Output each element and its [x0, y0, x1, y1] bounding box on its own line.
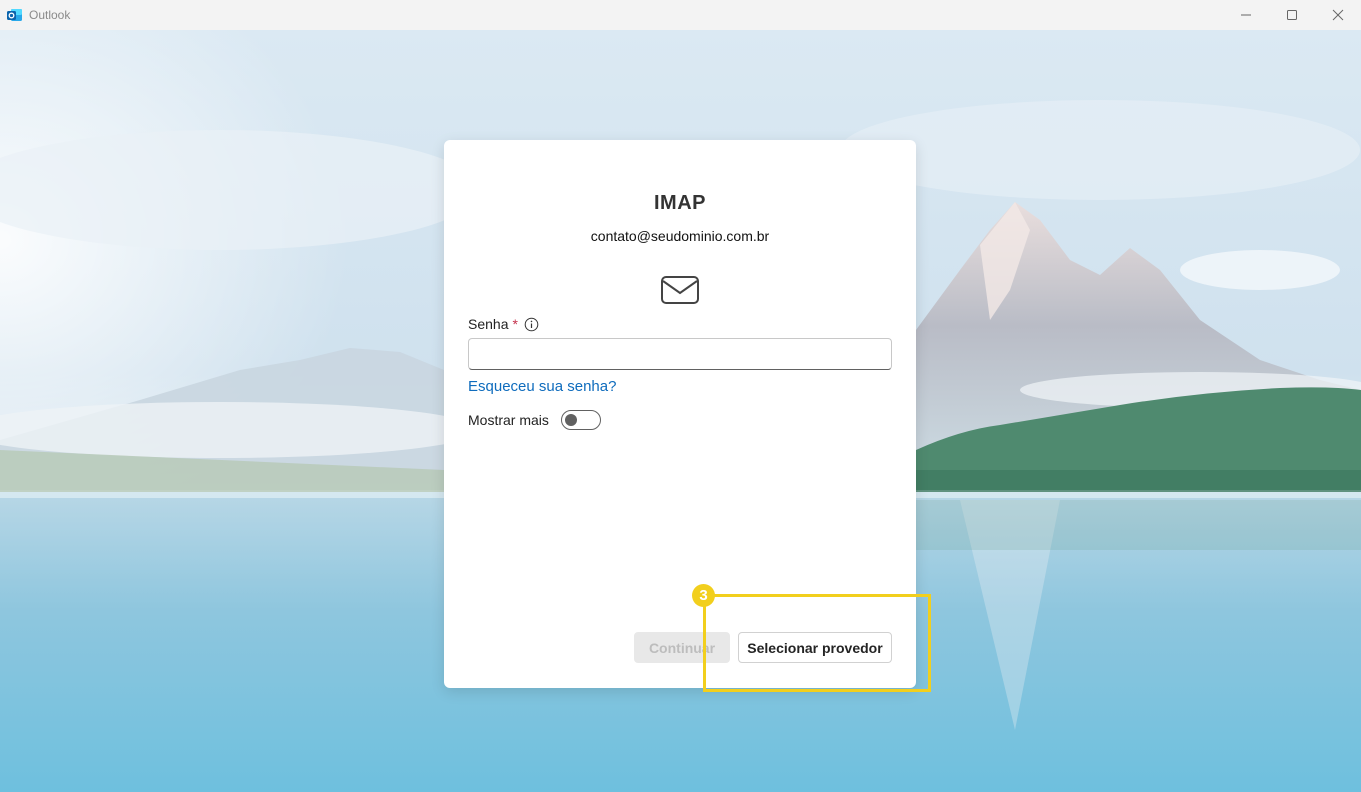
maximize-icon: [1287, 10, 1297, 20]
forgot-password-link[interactable]: Esqueceu sua senha?: [468, 378, 616, 395]
window-controls: [1223, 0, 1361, 30]
minimize-icon: [1241, 14, 1251, 16]
step-badge: 3: [692, 584, 715, 607]
account-email: contato@seudominio.com.br: [590, 228, 770, 244]
close-button[interactable]: [1315, 0, 1361, 30]
info-icon[interactable]: [524, 317, 539, 332]
maximize-button[interactable]: [1269, 0, 1315, 30]
mail-icon: [661, 276, 699, 304]
show-more-label: Mostrar mais: [468, 412, 549, 428]
password-label-row: Senha *: [468, 316, 539, 332]
show-more-toggle[interactable]: [560, 410, 601, 430]
highlight-box: [703, 594, 931, 692]
required-marker: *: [512, 316, 518, 332]
minimize-button[interactable]: [1223, 0, 1269, 30]
app-title: Outlook: [29, 8, 71, 22]
outlook-window: Outlook IMAP contato@seudominio.com.br S…: [0, 0, 1361, 792]
password-input[interactable]: [468, 338, 892, 370]
title-bar: Outlook: [0, 0, 1361, 30]
password-label: Senha: [468, 316, 509, 332]
dialog-title: IMAP: [654, 192, 706, 214]
outlook-logo-icon: [7, 7, 23, 23]
close-icon: [1332, 9, 1344, 21]
toggle-knob: [564, 414, 577, 426]
show-more-row: Mostrar mais: [468, 410, 601, 430]
